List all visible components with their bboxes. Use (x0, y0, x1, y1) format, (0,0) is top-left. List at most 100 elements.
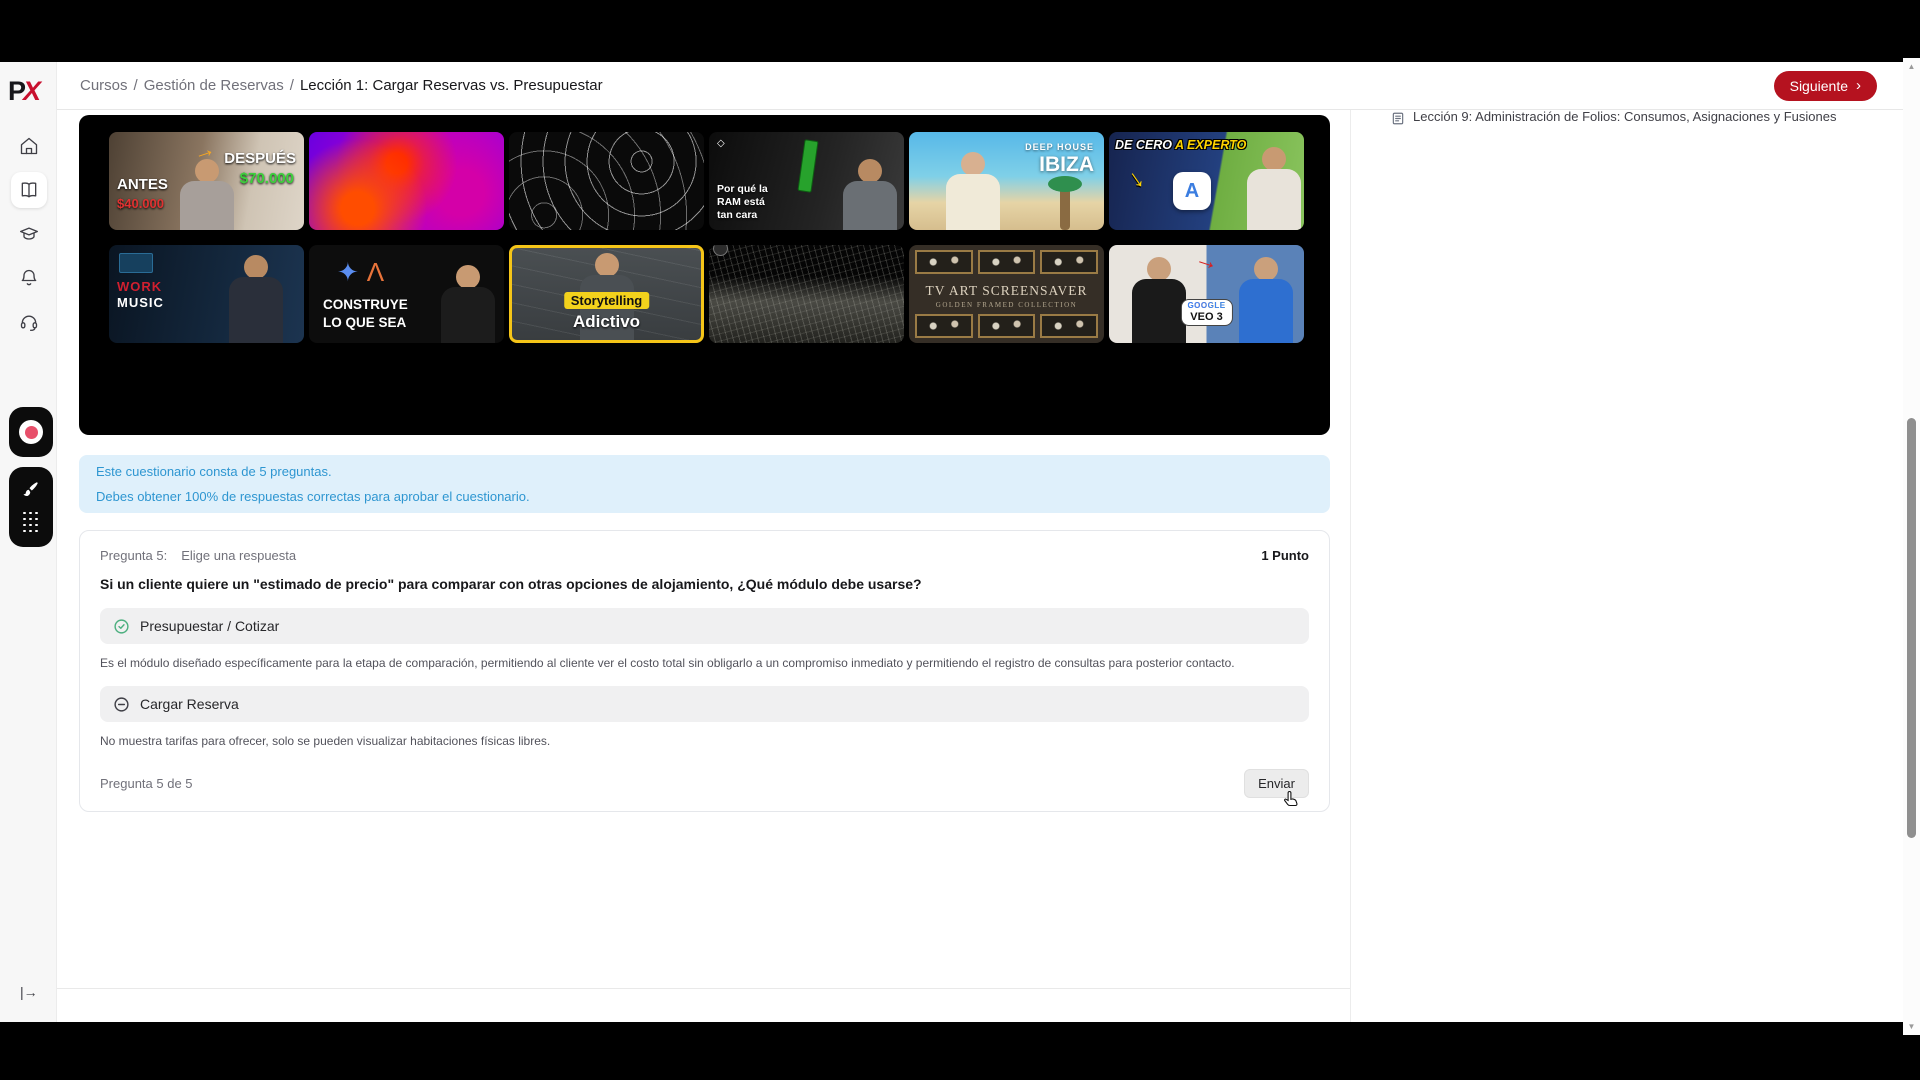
thumb-text: Adictivo (573, 312, 640, 332)
video-thumb-storytelling-selected[interactable]: Storytelling Adictivo (509, 245, 704, 343)
record-ring (19, 420, 43, 444)
bottom-black-bar (0, 1022, 1920, 1080)
thumb-text: WORK (117, 279, 162, 294)
suggested-videos-grid: → ANTES $40.000 DESPUÉS $70.000 ◇ Por qu… (109, 132, 1330, 343)
check-circle-icon (113, 618, 130, 635)
video-thumb-construye[interactable]: ✦Λ CONSTRUYE LO QUE SEA (309, 245, 504, 343)
person-silhouette (228, 255, 284, 343)
person-silhouette (1131, 257, 1187, 343)
question-progress: Pregunta 5 de 5 (100, 776, 193, 791)
lesson-list-item[interactable]: Lección 9: Administración de Folios: Con… (1351, 107, 1903, 126)
video-thumb-de-cero-a-experto[interactable]: DE CERO A EXPERTO → A (1109, 132, 1304, 230)
answer-explanation: Es el módulo diseñado específicamente pa… (100, 656, 1309, 670)
thumb-text: TV ART SCREENSAVER (909, 283, 1104, 299)
next-label: Siguiente (1790, 78, 1848, 94)
ram-stick-graphic (797, 139, 818, 192)
sidebar-item-support[interactable] (11, 304, 47, 340)
headset-icon (19, 312, 39, 332)
answer-option-other[interactable]: Cargar Reserva (100, 686, 1309, 722)
logo-letter-x: X (23, 76, 38, 106)
page-scrollbar[interactable]: ▲ ▼ (1903, 58, 1920, 1035)
video-player[interactable]: → ANTES $40.000 DESPUÉS $70.000 ◇ Por qu… (79, 115, 1330, 435)
submit-button[interactable]: Enviar (1244, 769, 1309, 798)
logo-letter-p: P (8, 76, 23, 106)
app-logo[interactable]: PX (8, 76, 38, 107)
submit-label: Enviar (1258, 776, 1295, 791)
sidebar-expand-icon[interactable]: |→ (20, 984, 38, 1000)
palm-tree-graphic (1060, 186, 1070, 230)
sidebar-item-academy[interactable] (11, 216, 47, 252)
video-thumb-tv-art[interactable]: TV ART SCREENSAVER GOLDEN FRAMED COLLECT… (909, 245, 1104, 343)
question-instruction: Elige una respuesta (181, 548, 296, 563)
thumb-text-highlighted: Storytelling (564, 292, 650, 309)
person-silhouette (440, 265, 496, 343)
thumb-text: LO QUE SEA (323, 315, 406, 330)
scrollbar-thumb[interactable] (1907, 418, 1916, 838)
video-thumb-ram[interactable]: ◇ Por qué la RAM está tan cara (709, 132, 904, 230)
question-footer: Pregunta 5 de 5 Enviar (100, 769, 1309, 798)
thumb-text: DEEP HOUSE (1025, 142, 1094, 152)
person-silhouette (945, 152, 1001, 230)
breadcrumb-courses[interactable]: Cursos (80, 77, 128, 94)
veo3-badge: GOOGLE VEO 3 (1180, 299, 1232, 326)
question-text: Si un cliente quiere un "estimado de pre… (100, 576, 1309, 592)
video-thumb-antes-despues[interactable]: → ANTES $40.000 DESPUÉS $70.000 (109, 132, 304, 230)
answer-explanation: No muestra tarifas para ofrecer, solo se… (100, 734, 1309, 748)
graduation-cap-icon (19, 224, 39, 244)
question-number-label: Pregunta 5: (100, 548, 167, 563)
bell-icon (19, 268, 39, 288)
quiz-notice-line1: Este cuestionario consta de 5 preguntas. (96, 464, 1313, 479)
breadcrumb-separator: / (290, 77, 294, 94)
minus-circle-icon (113, 696, 130, 713)
brush-icon[interactable] (22, 480, 40, 498)
sidebar: PX |→ (0, 62, 57, 1022)
quiz-notice-banner: Este cuestionario consta de 5 preguntas.… (79, 455, 1330, 513)
scrollbar-up-arrow[interactable]: ▲ (1903, 62, 1920, 71)
header: Cursos / Gestión de Reservas / Lección 1… (57, 62, 1903, 110)
scrollbar-down-arrow[interactable]: ▼ (1903, 1022, 1920, 1031)
breadcrumb-separator: / (134, 77, 138, 94)
thumb-text: CONSTRUYE (323, 297, 408, 312)
sidebar-item-home[interactable] (11, 128, 47, 164)
lesson-item-title: Lección 9: Administración de Folios: Con… (1413, 109, 1836, 124)
logo-diamond-icon: ◇ (717, 138, 725, 149)
video-thumb-thermal[interactable] (309, 132, 504, 230)
breadcrumb: Cursos / Gestión de Reservas / Lección 1… (80, 77, 603, 94)
yellow-arrow-icon: → (1120, 158, 1160, 197)
next-lesson-button[interactable]: Siguiente › (1774, 71, 1877, 101)
thumb-caption: Por qué la RAM está tan cara (717, 183, 783, 222)
question-points: 1 Punto (1261, 548, 1309, 563)
app-window: PX |→ (0, 62, 1903, 1022)
video-thumb-ibiza[interactable]: DEEP HOUSE IBIZA (909, 132, 1104, 230)
home-icon (19, 136, 39, 156)
person-silhouette (842, 159, 898, 230)
video-thumb-work-music[interactable]: WORK MUSIC (109, 245, 304, 343)
thumb-text: $40.000 (117, 196, 164, 211)
question-header: Pregunta 5: Elige una respuesta 1 Punto (100, 548, 1309, 563)
sidebar-item-courses[interactable] (11, 172, 47, 208)
content-divider (57, 988, 1350, 989)
screen-record-button[interactable] (9, 407, 53, 457)
thumb-text: ANTES (117, 176, 168, 193)
breadcrumb-current-lesson: Lección 1: Cargar Reservas vs. Presupues… (300, 77, 603, 94)
video-thumb-topographic[interactable] (509, 132, 704, 230)
lesson-content: → ANTES $40.000 DESPUÉS $70.000 ◇ Por qu… (57, 110, 1350, 1022)
app-icon-graphic: A (1173, 172, 1211, 210)
video-thumb-nest-cam[interactable] (709, 245, 904, 343)
question-card: Pregunta 5: Elige una respuesta 1 Punto … (79, 530, 1330, 812)
answer-option-correct[interactable]: Presupuestar / Cotizar (100, 608, 1309, 644)
drag-handle-icon[interactable] (23, 512, 39, 534)
answer-option-label: Presupuestar / Cotizar (140, 618, 279, 634)
breadcrumb-course[interactable]: Gestión de Reservas (144, 77, 284, 94)
sidebar-item-notifications[interactable] (11, 260, 47, 296)
record-dot-icon (25, 426, 38, 439)
framed-art-row (915, 314, 1098, 338)
thumb-text: DESPUÉS (224, 150, 296, 167)
person-silhouette (179, 159, 235, 230)
video-thumb-google-veo3[interactable]: → GOOGLE VEO 3 (1109, 245, 1304, 343)
quiz-notice-line2: Debes obtener 100% de respuestas correct… (96, 489, 1313, 504)
framed-art-row (915, 250, 1098, 274)
gemini-logo-icons: ✦Λ (337, 257, 384, 288)
lesson-list-panel: Lección 9: Administración de Folios: Con… (1350, 110, 1903, 1022)
thumb-text: MUSIC (117, 295, 164, 310)
